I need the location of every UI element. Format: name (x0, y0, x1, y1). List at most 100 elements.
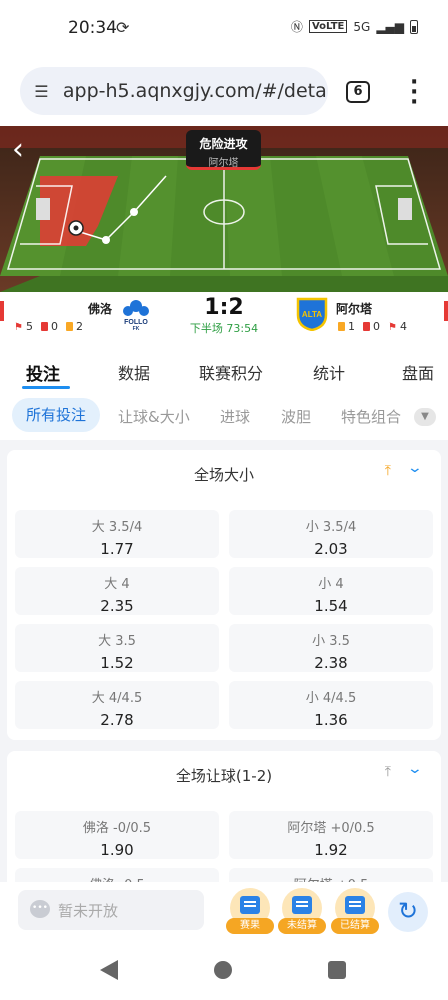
unsettled-label: 未结算 (278, 918, 326, 934)
chat-bubble-icon: ••• (30, 900, 50, 918)
home-red-count: 0 (50, 320, 58, 333)
odds-label: 大 4/4.5 (91, 691, 143, 706)
tab-switcher-button[interactable]: 6 (346, 81, 370, 103)
home-team-logo: FOLLO FK (123, 300, 149, 331)
corner-flag-icon: ⚑ (388, 322, 397, 333)
network-type: 5G (353, 19, 371, 34)
odds-value: 1.54 (314, 597, 348, 615)
address-bar[interactable]: ☰ app-h5.aqnxgjy.com/#/details (20, 67, 328, 115)
pin-top-icon[interactable]: ⤒ (385, 764, 391, 780)
away-team-logo: ALTA (296, 297, 328, 331)
refresh-icon[interactable]: ↻ (388, 892, 428, 932)
odds-button[interactable]: 大 4/4.5 2.78 (15, 681, 219, 729)
unsettled-button[interactable]: 未结算 (278, 888, 326, 934)
results-button[interactable]: 赛果 (226, 888, 274, 934)
bottom-action-bar: ••• 暂未开放 赛果 未结算 已结算 ↻ (0, 882, 448, 940)
away-red-cards: 0 (363, 320, 380, 333)
chat-placeholder: 暂未开放 (58, 902, 119, 920)
filter-all-bets[interactable]: 所有投注 (12, 398, 101, 432)
home-stats: ⚑ 5 0 2 (14, 320, 83, 333)
odds-label: 小 3.5 (312, 634, 350, 649)
home-yellow-cards: 2 (65, 320, 83, 333)
settled-label: 已结算 (331, 918, 379, 934)
corner-flag-icon: ⚑ (14, 322, 23, 333)
event-title: 危险进攻 (199, 137, 248, 151)
odds-value: 2.03 (314, 540, 348, 558)
odds-label: 大 3.5 (98, 634, 136, 649)
nfc-icon: Ⓝ (290, 20, 303, 34)
filter-correct-score[interactable]: 波胆 (281, 406, 311, 427)
away-red-count: 0 (373, 320, 380, 333)
odds-label: 小 3.5/4 (305, 520, 357, 535)
odds-value: 1.36 (314, 711, 348, 729)
tab-data[interactable]: 数据 (118, 360, 150, 384)
odds-button[interactable]: 大 3.5/4 1.77 (15, 510, 219, 558)
sync-icon: ⟳ (116, 18, 130, 37)
odds-button[interactable]: 小 3.5/4 2.03 (229, 510, 433, 558)
away-yellow-cards: 1 (338, 320, 355, 333)
nav-recents-icon[interactable] (328, 961, 346, 979)
active-tab-indicator (22, 386, 70, 389)
odds-value: 2.38 (314, 654, 348, 672)
url-text[interactable]: app-h5.aqnxgjy.com/#/details (63, 80, 328, 102)
filter-special-combo[interactable]: 特色组合 (341, 406, 405, 427)
away-corners: ⚑ 4 (388, 320, 407, 333)
yellow-card-icon (65, 322, 73, 331)
results-icon (240, 896, 260, 914)
site-settings-icon[interactable]: ☰ (20, 82, 63, 101)
odds-label: 大 3.5/4 (91, 520, 143, 535)
settled-icon (345, 896, 365, 914)
home-team-name: 佛洛 (88, 302, 113, 316)
nav-back-icon[interactable] (100, 960, 118, 980)
home-red-cards: 0 (40, 320, 58, 333)
odds-button[interactable]: 大 3.5 1.52 (15, 624, 219, 672)
settled-button[interactable]: 已结算 (331, 888, 379, 934)
odds-value: 2.78 (100, 711, 134, 729)
battery-icon (410, 19, 418, 34)
tab-board[interactable]: 盘面 (402, 360, 434, 384)
odds-label: 阿尔塔 +0/0.5 (287, 821, 375, 836)
back-arrow-icon[interactable]: ‹ (12, 135, 38, 166)
red-card-icon (363, 322, 370, 331)
event-team: 阿尔塔 (208, 158, 239, 169)
status-icons: Ⓝ VoLTE 5G ▂▄▆ (291, 18, 418, 35)
tab-statistics[interactable]: 统计 (313, 360, 345, 384)
volte-badge: VoLTE (308, 20, 348, 33)
away-corners-count: 4 (399, 320, 407, 333)
home-corners-count: 5 (25, 320, 33, 333)
odds-label: 大 4 (104, 577, 130, 592)
status-time: 20:34 (68, 18, 117, 38)
results-label: 赛果 (226, 918, 274, 934)
tab-standings[interactable]: 联赛积分 (199, 360, 263, 384)
more-menu-icon[interactable]: · · · (410, 72, 418, 114)
chat-input[interactable]: ••• 暂未开放 (18, 890, 204, 930)
expand-filters-icon[interactable]: ▼ (414, 408, 436, 426)
filter-goals[interactable]: 进球 (220, 406, 250, 427)
filter-handicap-totals[interactable]: 让球&大小 (118, 406, 190, 427)
odds-button[interactable]: 阿尔塔 +0/0.5 1.92 (229, 811, 433, 859)
nav-home-icon[interactable] (214, 961, 232, 979)
odds-value: 1.92 (314, 841, 348, 859)
odds-value: 1.90 (100, 841, 134, 859)
market-card-handicap: 全场让球(1-2) ⤒ ⌄ 佛洛 -0/0.5 1.90 阿尔塔 +0/0.5 … (7, 751, 441, 891)
odds-value: 1.77 (100, 540, 134, 558)
odds-button[interactable]: 小 4/4.5 1.36 (229, 681, 433, 729)
odds-button[interactable]: 小 3.5 2.38 (229, 624, 433, 672)
live-event-banner: 危险进攻 阿尔塔 (186, 130, 261, 170)
chevron-down-icon[interactable]: ⌄ (407, 761, 423, 777)
odds-button[interactable]: 佛洛 -0/0.5 1.90 (15, 811, 219, 859)
chevron-down-icon[interactable]: ⌄ (407, 460, 423, 476)
market-card-total: 全场大小 ⤒ ⌄ 大 3.5/4 1.77 小 3.5/4 2.03 大 4 2… (7, 450, 441, 740)
signal-icon: ▂▄▆ (376, 19, 404, 34)
odds-button[interactable]: 小 4 1.54 (229, 567, 433, 615)
away-yellow-count: 1 (348, 320, 355, 333)
odds-label: 小 4 (318, 577, 344, 592)
pin-top-icon[interactable]: ⤒ (385, 463, 391, 479)
match-minute: 73:54 (226, 322, 259, 335)
tab-bets[interactable]: 投注 (26, 360, 60, 385)
match-period: 下半场 (189, 322, 223, 335)
market-title: 全场大小 (193, 466, 254, 484)
status-bar: 20:34 ⟳ Ⓝ VoLTE 5G ▂▄▆ (0, 0, 448, 56)
red-card-icon (40, 322, 48, 331)
odds-button[interactable]: 大 4 2.35 (15, 567, 219, 615)
